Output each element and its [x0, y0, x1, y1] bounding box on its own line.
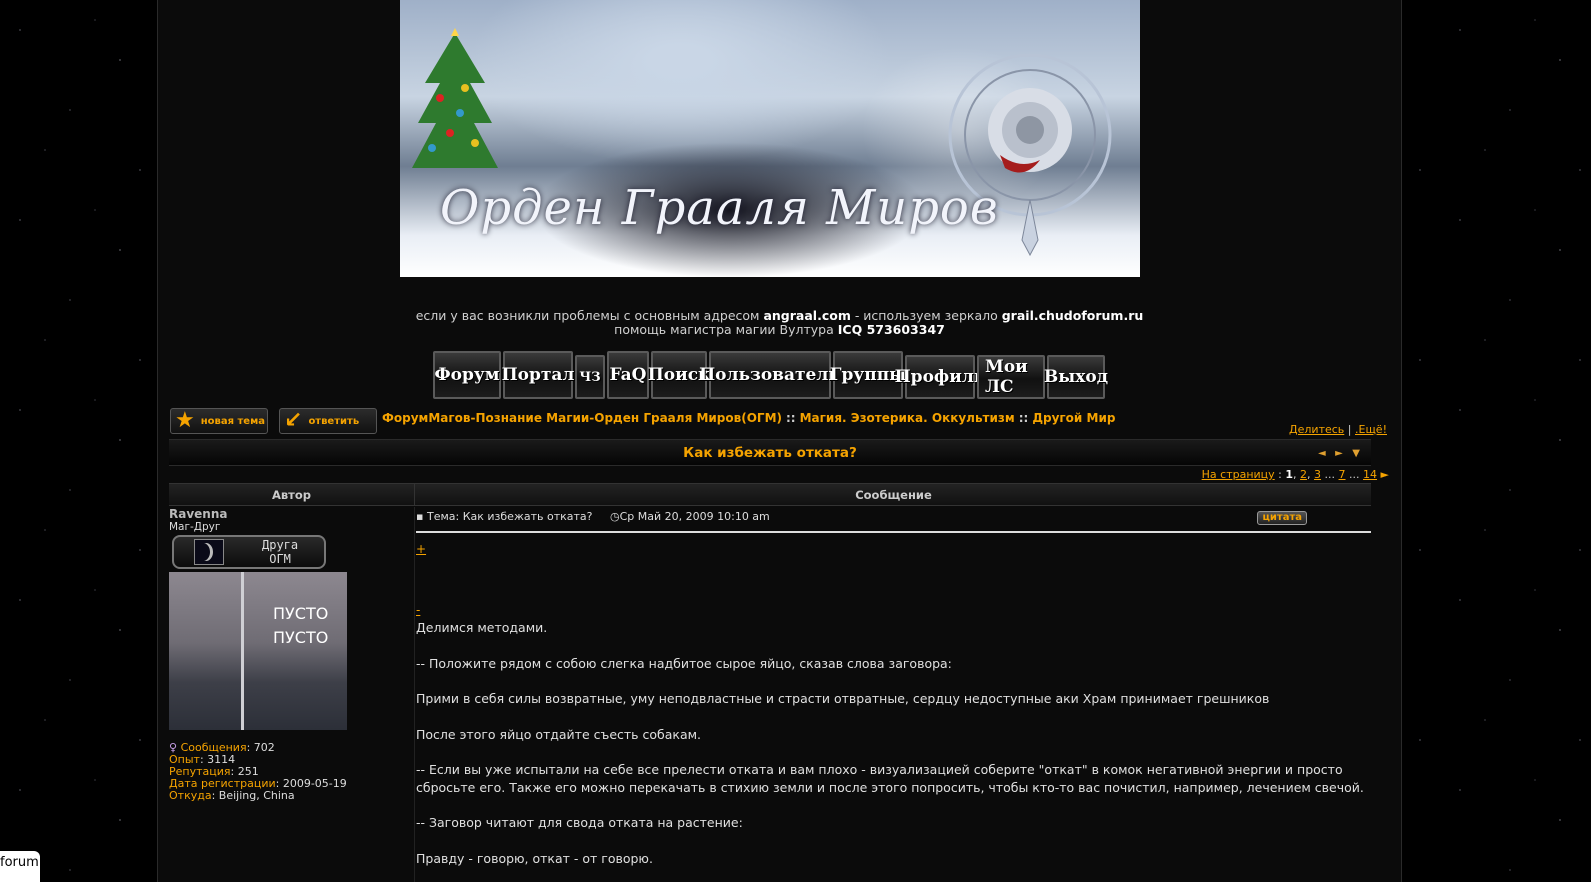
share-link[interactable]: Делитесь — [1289, 423, 1344, 436]
post-subject: Как избежать отката? — [462, 510, 593, 523]
nav-logout[interactable]: Выход — [1044, 355, 1108, 399]
post-table-header: Автор Сообщение — [169, 483, 1371, 506]
author-header: Автор — [169, 484, 415, 505]
post-header: ▪ Тема: Как избежать отката? ◷Ср Май 20,… — [416, 507, 1371, 533]
post-paragraph: -- Положите рядом с собою слегка надбито… — [416, 655, 952, 671]
post-paragraph: После этого яйцо отдайте съесть собакам. — [416, 726, 702, 742]
mirror-notice: если у вас возникли проблемы с основным … — [158, 309, 1401, 323]
pager-page-14[interactable]: 14 — [1363, 468, 1377, 481]
pager-page-2[interactable]: 2 — [1300, 468, 1307, 481]
forum-banner[interactable]: Орден Грааля Миров — [400, 0, 1140, 277]
spoiler-close-link[interactable]: - — [416, 602, 1371, 620]
pager-page-7[interactable]: 7 — [1339, 468, 1346, 481]
pager-ellipsis: ... — [1324, 468, 1336, 481]
post-panel: ▪ Тема: Как избежать отката? ◷Ср Май 20,… — [416, 507, 1371, 882]
page-container: Орден Грааля Миров если у вас возникли п… — [157, 0, 1402, 882]
help-text: помощь магистра магии Вултура — [614, 322, 834, 337]
nav-messages[interactable]: Мои ЛС — [977, 355, 1045, 399]
avatar: ПУСТО ПУСТО — [169, 572, 347, 730]
share-links: Делитесь | .Ещё! — [1289, 423, 1387, 436]
nav-chz[interactable]: ЧЗ — [575, 355, 605, 399]
avatar-text: ПУСТО — [273, 604, 329, 623]
nav-forum[interactable]: Форум — [433, 351, 501, 399]
avatar-text: ПУСТО — [273, 628, 329, 647]
author-rank: Маг-Друг — [169, 521, 221, 533]
post-paragraph: -- Если вы уже испытали на себе все прел… — [416, 762, 1364, 795]
christmas-tree-icon — [412, 28, 498, 168]
post-date: Ср Май 20, 2009 10:10 am — [619, 510, 770, 523]
moon-icon — [194, 539, 224, 565]
nav-faq[interactable]: FaQ — [607, 351, 649, 399]
pager-page-3[interactable]: 3 — [1314, 468, 1321, 481]
new-topic-label: новая тема — [200, 415, 265, 427]
nav-users[interactable]: Пользователи — [699, 351, 841, 399]
rank-badge: Друга ОГМ — [172, 535, 326, 569]
notice-text-middle: - используем зеркало — [854, 308, 998, 323]
nav-portal[interactable]: Портал — [502, 351, 574, 399]
reply-arrow-icon: ↙ — [284, 408, 303, 433]
author-name[interactable]: Ravenna — [169, 507, 414, 521]
notice-text: если у вас возникли проблемы с основным … — [415, 308, 760, 323]
star-icon: ★ — [175, 408, 195, 433]
clock-icon: ◷ — [609, 510, 620, 523]
share-separator: | — [1347, 423, 1352, 436]
author-stats: ♀ Сообщения: 702 Опыт: 3114 Репутация: 2… — [169, 741, 347, 802]
breadcrumb-category[interactable]: Магия. Эзотерика. Оккультизм — [800, 411, 1015, 425]
breadcrumb: ФорумМагов-Познание Магии-Орден Грааля М… — [382, 411, 1115, 425]
rank-badge-line1: Друга — [262, 538, 299, 552]
icq-number: ICQ 573603347 — [837, 322, 945, 337]
more-link[interactable]: .Ещё! — [1355, 423, 1387, 436]
pager-current-page: 1 — [1285, 468, 1294, 481]
mirror-domain: grail.chudoforum.ru — [1001, 308, 1144, 323]
topic-title: Как избежать отката? — [683, 445, 857, 461]
spoiler-open-link[interactable]: + — [416, 541, 1371, 559]
topic-nav-arrows-icon[interactable]: ◄ ► ▼ — [1318, 440, 1363, 467]
nav-groups[interactable]: Группы — [830, 351, 906, 399]
status-tooltip: forum — [0, 851, 40, 882]
rank-badge-text: Друга ОГМ — [262, 538, 298, 566]
from-label: Откуда — [169, 789, 212, 802]
posts-count: 702 — [253, 741, 275, 754]
post-body: + - Делимся методами. -- Положите рядом … — [416, 541, 1371, 867]
breadcrumb-separator: :: — [786, 411, 796, 425]
pager-label[interactable]: На страницу — [1202, 468, 1275, 481]
rank-badge-line2: ОГМ — [269, 552, 291, 566]
post-paragraph: Правду - говорю, откат - от говорю. — [416, 850, 653, 866]
pager-ellipsis: ... — [1349, 468, 1360, 481]
new-topic-button[interactable]: ★ новая тема — [170, 408, 268, 434]
topic-title-bar: Как избежать отката? ◄ ► ▼ — [169, 439, 1371, 466]
post-paragraph: -- Заговор читают для свода отката на ра… — [416, 815, 743, 831]
post-paragraph: Делимся методами. — [416, 620, 548, 636]
post-subject-prefix: Тема: — [426, 510, 460, 523]
from-value: Beijing, China — [218, 789, 295, 802]
pagination: На страницу : 1, 2, 3 ... 7 ... 14 ► — [1201, 468, 1389, 481]
avatar-line — [241, 572, 244, 730]
author-panel: Ravenna Маг-Друг Друга ОГМ ПУСТО ПУСТО ♀… — [169, 507, 415, 882]
post-icon: ▪ — [416, 510, 424, 523]
reply-label: ответить — [308, 415, 360, 427]
reply-button[interactable]: ↙ ответить — [279, 408, 377, 434]
next-page-icon[interactable]: ► — [1381, 468, 1389, 481]
quote-button[interactable]: цитата — [1257, 511, 1307, 525]
message-header: Сообщение — [855, 488, 932, 502]
nav-profile[interactable]: Профиль — [895, 355, 985, 399]
breadcrumb-subforum[interactable]: Другой Мир — [1032, 411, 1115, 425]
breadcrumb-separator: :: — [1018, 411, 1029, 425]
post-paragraph: Прими в себя силы возвратные, уму неподв… — [416, 691, 1270, 707]
breadcrumb-forum[interactable]: ФорумМагов-Познание Магии-Орден Грааля М… — [382, 411, 782, 425]
banner-title: Орден Грааля Миров — [440, 180, 999, 236]
help-notice: помощь магистра магии Вултура ICQ 573603… — [158, 323, 1401, 337]
main-nav: Форум Портал ЧЗ FaQ Поиск Пользователи Г… — [433, 351, 1108, 401]
main-domain: angraal.com — [763, 308, 851, 323]
